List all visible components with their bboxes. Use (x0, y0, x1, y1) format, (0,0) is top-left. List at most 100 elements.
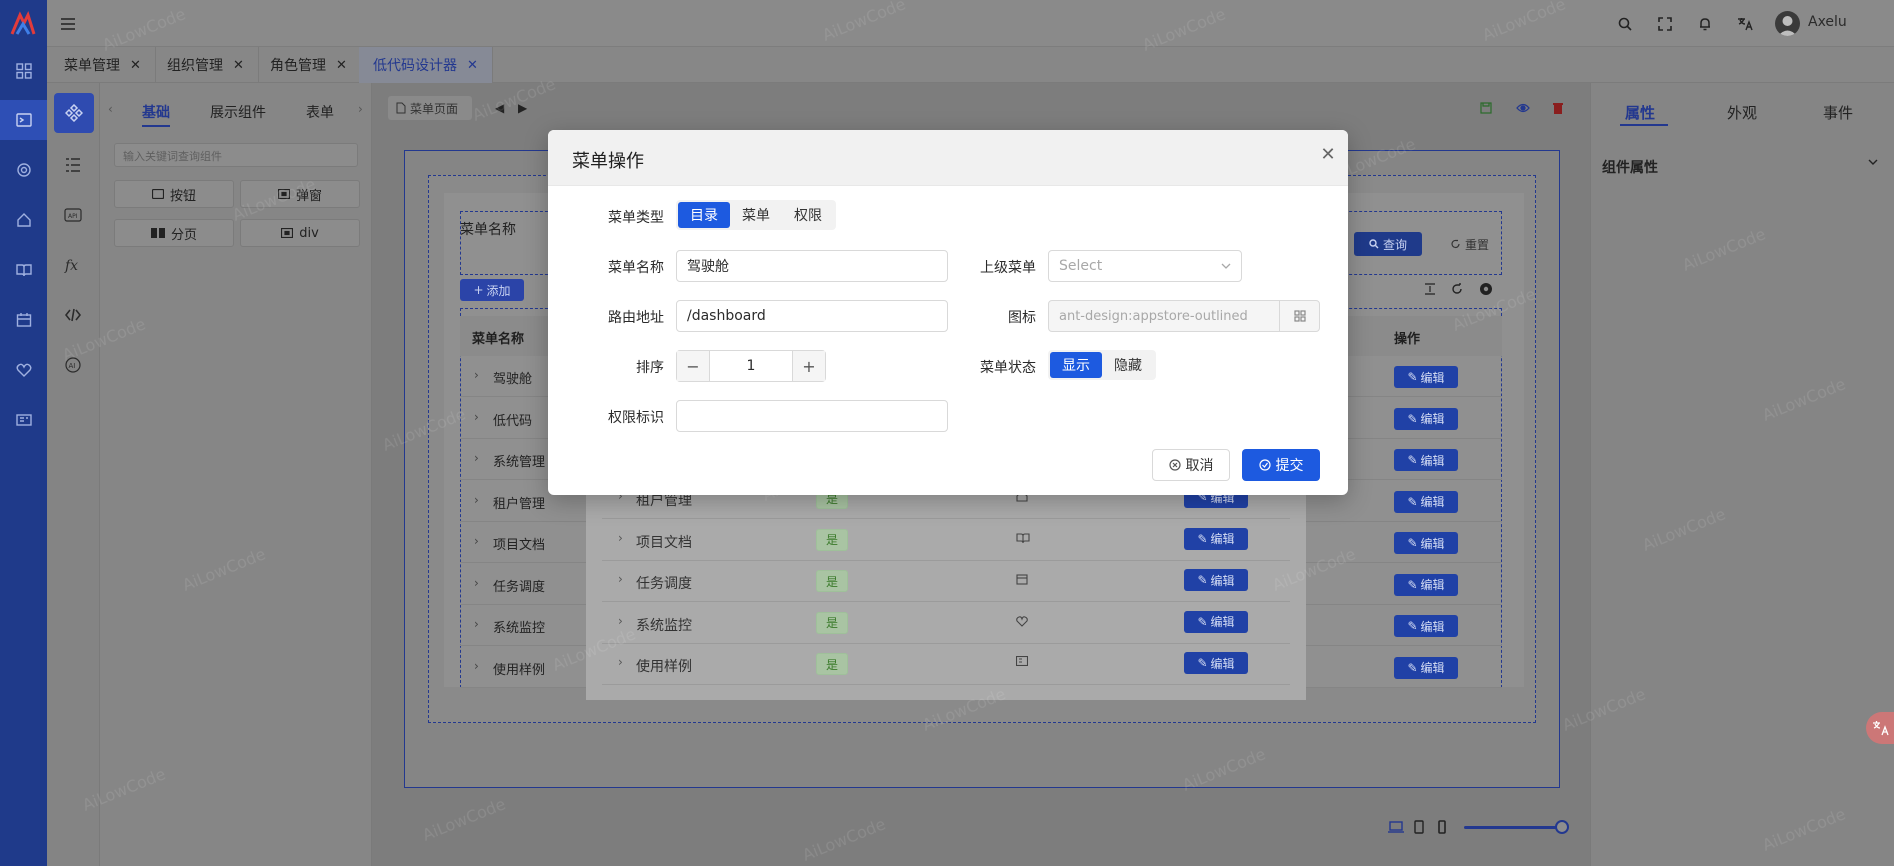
edit-button[interactable]: ✎ 编辑 (1184, 569, 1248, 591)
component-search-input[interactable]: 输入关键词查询组件 (114, 143, 358, 167)
username[interactable]: Axelu (1808, 14, 1847, 30)
close-icon[interactable]: ✕ (1318, 144, 1338, 165)
chevron-right-icon[interactable]: › (618, 614, 623, 628)
chevron-down-icon[interactable] (1868, 158, 1878, 166)
table-row[interactable]: › 任务调度 是 ✎ 编辑 (602, 561, 1290, 602)
route-input[interactable]: /dashboard (676, 300, 948, 332)
edit-button[interactable]: ✎ 编辑 (1394, 615, 1458, 637)
mobile-device-icon[interactable] (1438, 820, 1446, 834)
avatar[interactable] (1775, 11, 1800, 36)
edit-button[interactable]: ✎ 编辑 (1394, 449, 1458, 471)
chevron-right-icon[interactable]: › (474, 493, 479, 507)
menu-toggle-icon[interactable] (57, 13, 79, 35)
outline-list-icon[interactable] (57, 149, 89, 181)
dashboard-grid-icon[interactable] (12, 59, 36, 83)
desktop-device-icon[interactable] (1388, 821, 1404, 833)
icon-picker-button[interactable] (1279, 301, 1319, 331)
canvas-reset-button[interactable]: 重置 (1440, 232, 1500, 256)
status-option-show[interactable]: 显示 (1050, 352, 1102, 378)
function-fx-icon[interactable]: fx (57, 249, 89, 281)
canvas-query-button[interactable]: 查询 (1354, 232, 1422, 256)
plus-icon[interactable]: + (793, 351, 825, 381)
chevron-right-icon[interactable]: › (618, 655, 623, 669)
component-button[interactable]: 按钮 (114, 180, 234, 208)
edit-button[interactable]: ✎ 编辑 (1394, 656, 1458, 679)
chevron-right-icon[interactable]: › (358, 102, 363, 116)
menu-type-option-menu[interactable]: 菜单 (730, 202, 782, 228)
edit-button[interactable]: ✎ 编辑 (1394, 573, 1458, 596)
delete-trash-icon[interactable] (1552, 102, 1564, 114)
icon-input[interactable]: ant-design:appstore-outlined (1049, 309, 1279, 324)
tab-properties[interactable]: 属性 (1625, 102, 1655, 123)
table-settings-gear-icon[interactable] (1479, 282, 1493, 296)
edit-button[interactable]: ✎ 编辑 (1184, 610, 1248, 633)
examples-card-icon[interactable] (12, 408, 36, 432)
sort-stepper[interactable]: − 1 + (676, 350, 826, 382)
cancel-button[interactable]: 取消 (1152, 449, 1230, 481)
column-height-icon[interactable] (1424, 283, 1436, 295)
component-pagination[interactable]: 分页 (114, 219, 234, 247)
close-icon[interactable]: ✕ (467, 58, 478, 73)
icon-input-group[interactable]: ant-design:appstore-outlined (1048, 300, 1320, 332)
refresh-icon[interactable] (1451, 283, 1463, 295)
home-icon[interactable] (12, 208, 36, 232)
component-modal[interactable]: 弹窗 (240, 180, 360, 208)
submit-button[interactable]: 提交 (1242, 449, 1320, 481)
tab-lowcode-designer[interactable]: 低代码设计器 ✕ (359, 47, 493, 83)
chevron-right-icon[interactable]: › (474, 576, 479, 590)
undo-arrow-icon[interactable]: ◀ (495, 101, 504, 115)
book-icon[interactable] (12, 258, 36, 282)
tab-role-management[interactable]: 角色管理 ✕ (256, 47, 362, 83)
components-icon[interactable] (54, 93, 94, 133)
chevron-right-icon[interactable]: › (618, 572, 623, 586)
preview-eye-icon[interactable] (1516, 102, 1530, 114)
tablet-device-icon[interactable] (1414, 820, 1424, 834)
menu-name-input[interactable]: 驾驶舱 (676, 250, 948, 282)
search-icon[interactable] (1614, 13, 1636, 35)
edit-button[interactable]: ✎ 编辑 (1394, 532, 1458, 554)
monitor-heart-icon[interactable] (12, 358, 36, 382)
menu-type-option-directory[interactable]: 目录 (678, 202, 730, 228)
chevron-left-icon[interactable]: ‹ (108, 102, 113, 116)
chevron-right-icon[interactable]: › (474, 368, 479, 382)
canvas-add-button[interactable]: + 添加 (460, 279, 524, 301)
tab-display-components[interactable]: 展示组件 (210, 102, 266, 122)
table-row[interactable]: › 系统监控 是 ✎ 编辑 (602, 603, 1290, 644)
tab-org-management[interactable]: 组织管理 ✕ (153, 47, 259, 83)
translate-float-button[interactable] (1866, 712, 1894, 744)
tab-form[interactable]: 表单 (306, 102, 334, 122)
page-selector[interactable]: 菜单页面 (388, 96, 472, 120)
table-row[interactable]: › 项目文档 是 ✎ 编辑 (602, 520, 1290, 561)
zoom-slider-handle[interactable] (1555, 820, 1569, 834)
bell-icon[interactable] (1694, 13, 1716, 35)
edit-button[interactable]: ✎ 编辑 (1184, 652, 1248, 674)
chevron-right-icon[interactable]: › (474, 659, 479, 673)
tab-menu-management[interactable]: 菜单管理 ✕ (50, 47, 156, 83)
tab-events[interactable]: 事件 (1823, 102, 1853, 123)
close-icon[interactable]: ✕ (233, 58, 244, 73)
edit-button[interactable]: ✎ 编辑 (1184, 527, 1248, 550)
settings-gear-icon[interactable] (12, 158, 36, 182)
menu-type-option-permission[interactable]: 权限 (782, 202, 834, 228)
api-icon[interactable]: API (57, 199, 89, 231)
chevron-right-icon[interactable]: › (618, 531, 623, 545)
permission-input[interactable] (676, 400, 948, 432)
menu-type-segmented[interactable]: 目录 菜单 权限 (676, 200, 836, 230)
parent-menu-select[interactable]: Select (1048, 250, 1242, 282)
edit-button[interactable]: ✎ 编辑 (1394, 366, 1458, 388)
lowcode-terminal-icon[interactable] (0, 100, 47, 140)
fullscreen-icon[interactable] (1654, 13, 1676, 35)
code-icon[interactable] (57, 299, 89, 331)
save-icon[interactable] (1480, 102, 1492, 114)
close-icon[interactable]: ✕ (336, 58, 347, 73)
tab-basic[interactable]: 基础 (142, 102, 170, 122)
tab-appearance[interactable]: 外观 (1727, 102, 1757, 123)
zoom-slider-track[interactable] (1464, 826, 1562, 829)
chevron-right-icon[interactable]: › (474, 410, 479, 424)
chevron-right-icon[interactable]: › (474, 451, 479, 465)
redo-arrow-icon[interactable]: ▶ (518, 101, 527, 115)
close-icon[interactable]: ✕ (130, 58, 141, 73)
edit-button[interactable]: ✎ 编辑 (1394, 407, 1458, 430)
chevron-right-icon[interactable]: › (474, 617, 479, 631)
language-icon[interactable] (1734, 13, 1756, 35)
